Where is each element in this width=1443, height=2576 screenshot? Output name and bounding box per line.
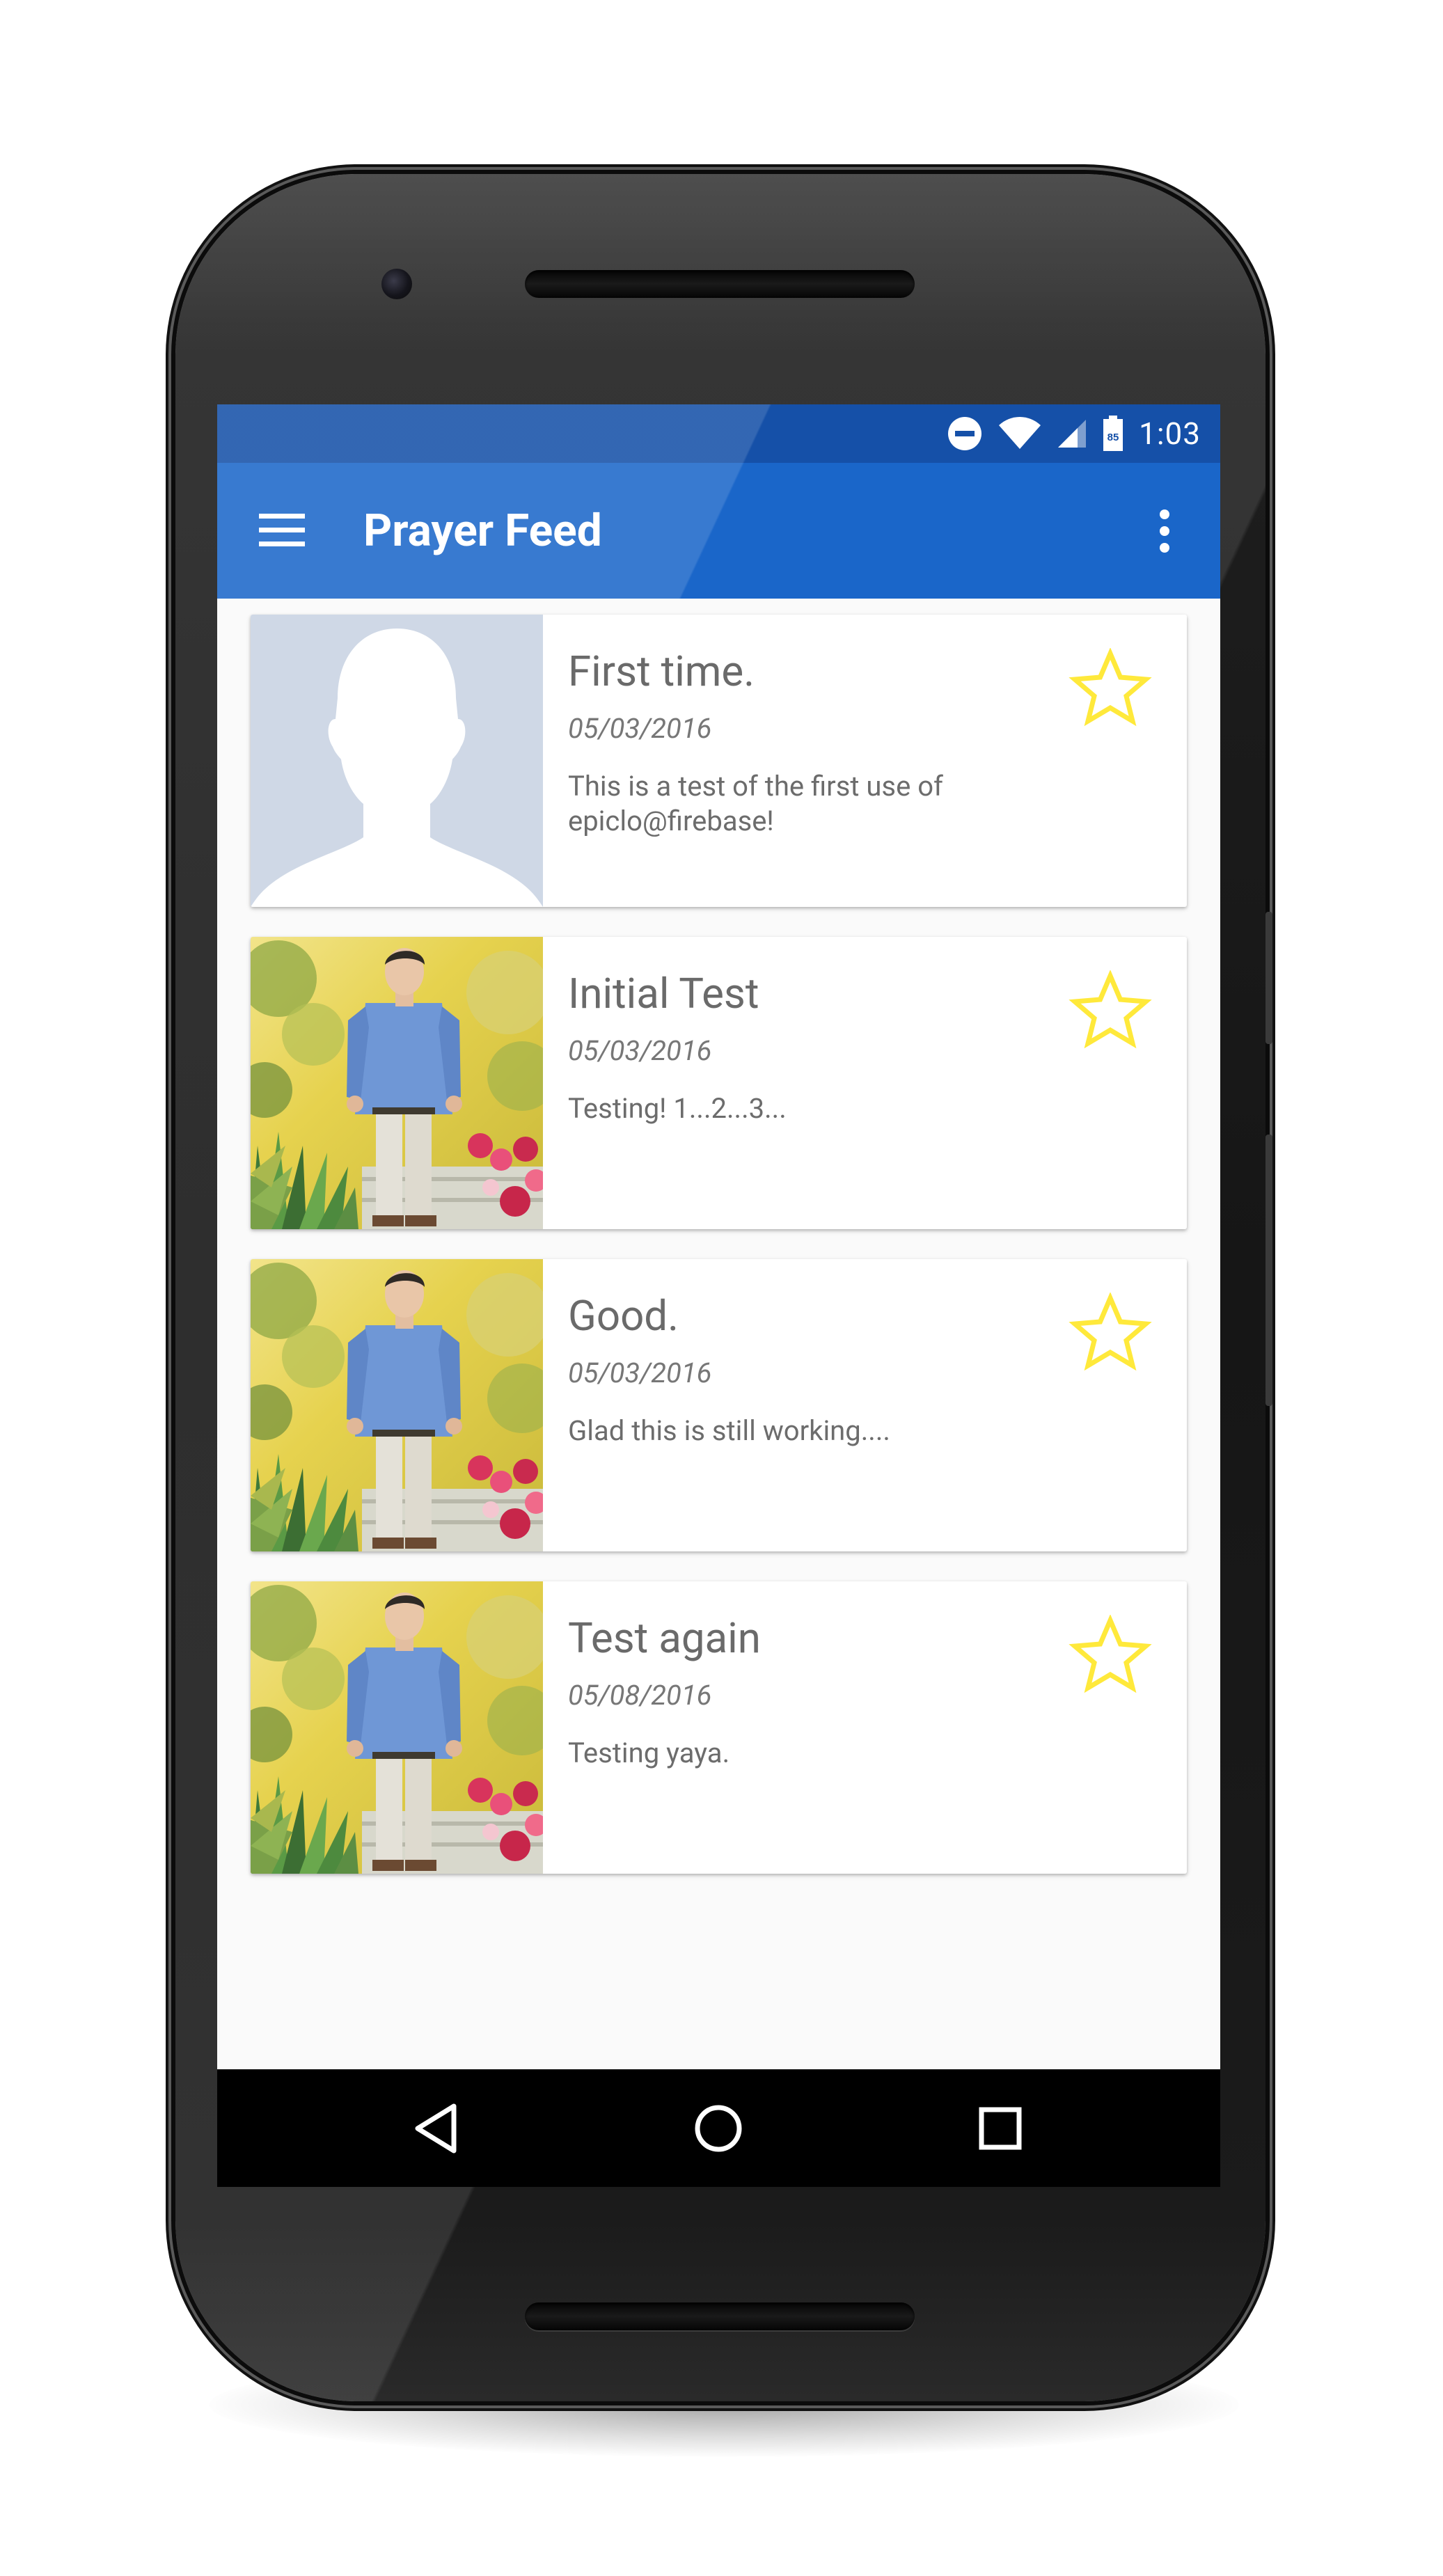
device-screen: 85 1:03 Prayer Feed First time. 05/03/20… — [217, 404, 1220, 2187]
battery-icon: 85 — [1103, 416, 1123, 452]
cell-signal-icon — [1057, 418, 1087, 449]
hamburger-menu-icon[interactable] — [258, 506, 306, 555]
prayer-card[interactable]: First time. 05/03/2016 This is a test of… — [251, 615, 1187, 907]
volume-rocker — [1265, 1135, 1272, 1406]
prayer-feed-list: First time. 05/03/2016 This is a test of… — [251, 615, 1187, 1904]
card-title: First time. — [568, 647, 755, 696]
system-nav-bar — [217, 2069, 1220, 2187]
more-vert-icon[interactable] — [1147, 503, 1182, 559]
app-bar: Prayer Feed — [217, 463, 1220, 599]
power-button — [1265, 912, 1272, 1044]
top-speaker-grille — [525, 270, 915, 298]
prayer-card[interactable]: Good. 05/03/2016 Glad this is still work… — [251, 1259, 1187, 1551]
card-body: Glad this is still working.... — [568, 1414, 890, 1447]
status-bar: 85 1:03 — [217, 404, 1220, 463]
card-date: 05/03/2016 — [568, 1034, 712, 1067]
card-date: 05/03/2016 — [568, 1357, 712, 1389]
battery-level-text: 85 — [1107, 432, 1119, 443]
bottom-speaker-grille — [525, 2302, 915, 2330]
default-avatar-image — [251, 615, 543, 907]
card-date: 05/08/2016 — [568, 1679, 712, 1712]
star-outline-icon[interactable] — [1069, 970, 1152, 1054]
recents-icon[interactable] — [965, 2094, 1035, 2163]
card-title: Good. — [568, 1291, 679, 1341]
home-icon[interactable] — [684, 2094, 753, 2163]
do-not-disturb-icon — [947, 416, 983, 452]
prayer-card[interactable]: Test again 05/08/2016 Testing yaya. — [251, 1581, 1187, 1874]
app-title: Prayer Feed — [363, 505, 602, 557]
card-title: Test again — [568, 1613, 761, 1663]
person-photo-image — [251, 1259, 543, 1551]
status-icons: 85 1:03 — [947, 404, 1201, 463]
front-camera — [381, 269, 412, 299]
card-body: This is a test of the first use of epicl… — [568, 770, 943, 837]
person-photo-image — [251, 1581, 543, 1874]
back-icon[interactable] — [402, 2094, 471, 2163]
card-title: Initial Test — [568, 969, 759, 1018]
card-body: Testing yaya. — [568, 1737, 730, 1769]
card-date: 05/03/2016 — [568, 712, 712, 745]
star-outline-icon[interactable] — [1069, 1615, 1152, 1698]
prayer-card[interactable]: Initial Test 05/03/2016 Testing! 1...2..… — [251, 937, 1187, 1229]
star-outline-icon[interactable] — [1069, 648, 1152, 732]
wifi-icon — [998, 417, 1041, 450]
card-body: Testing! 1...2...3... — [568, 1092, 787, 1125]
status-time: 1:03 — [1139, 416, 1201, 452]
star-outline-icon[interactable] — [1069, 1293, 1152, 1376]
person-photo-image — [251, 937, 543, 1229]
